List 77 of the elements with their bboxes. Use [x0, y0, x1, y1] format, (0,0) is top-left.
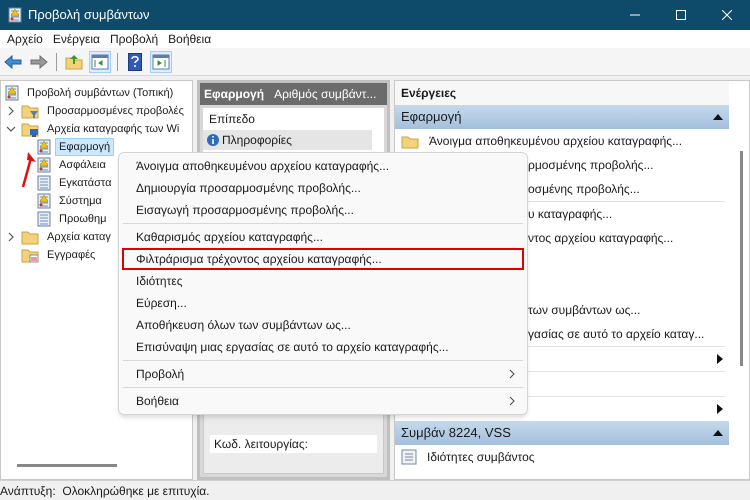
- tree-item[interactable]: Εγκατάστα: [55, 174, 116, 192]
- maximize-icon: [676, 10, 686, 20]
- menu-option[interactable]: Ιδιότητες: [122, 270, 524, 292]
- action-link[interactable]: υ καταγραφής...: [528, 205, 612, 223]
- menu-option[interactable]: Δημιουργία προσαρμοσμένης προβολής...: [122, 177, 524, 199]
- folder-up-icon: [65, 54, 83, 70]
- menu-item[interactable]: Βοήθεια: [163, 30, 216, 48]
- tree-item[interactable]: Προωθημ: [55, 210, 110, 228]
- menu-item[interactable]: Αρχείο: [2, 30, 48, 48]
- folder-computer-icon: [21, 121, 39, 137]
- tree-item[interactable]: Ασφάλεια: [55, 156, 110, 174]
- tree-item[interactable]: Προσαρμοσμένες προβολές: [43, 102, 188, 120]
- submenu-arrow-icon[interactable]: [717, 404, 723, 414]
- menu-option[interactable]: Επισύναψη μιας εργασίας σε αυτό το αρχείο καταγραφής...: [122, 336, 524, 358]
- menu-item[interactable]: Προβολή: [104, 30, 164, 48]
- properties-icon: [401, 449, 417, 465]
- action-pane-icon: [152, 54, 170, 70]
- menu-option[interactable]: Φιλτράρισμα τρέχοντος αρχείου καταγραφής...: [122, 248, 524, 270]
- chevron-right-icon[interactable]: [6, 232, 16, 242]
- action-link[interactable]: ρμοσμένης προβολής...: [528, 156, 654, 174]
- status-text: Ανάπτυξη: Ολοκληρώθηκε με επιτυχία.: [0, 482, 210, 500]
- event-count-heading: Αριθμός συμβάντ...: [274, 86, 376, 103]
- action-link[interactable]: των συμβάντων ως...: [528, 301, 640, 319]
- help-icon: [128, 52, 142, 70]
- menu-option[interactable]: Καθαρισμός αρχείου καταγραφής...: [122, 226, 524, 248]
- log-icon: [37, 211, 51, 227]
- menu-option[interactable]: Εισαγωγή προσαρμοσμένης προβολής...: [122, 199, 524, 221]
- menu-option[interactable]: Εύρεση...: [122, 292, 524, 314]
- tree-item[interactable]: Σύστημα: [55, 192, 106, 210]
- menu-option[interactable]: Άνοιγμα αποθηκευμένου αρχείου καταγραφής...: [122, 155, 524, 177]
- action-link[interactable]: οσμένης προβολής...: [528, 180, 640, 198]
- chevron-right-icon: [509, 396, 515, 406]
- menu-option[interactable]: Προβολή: [122, 363, 506, 385]
- actions-title: Ενέργειες: [395, 81, 729, 105]
- info-icon: [206, 133, 220, 147]
- submenu-arrow-icon[interactable]: [717, 354, 723, 364]
- section-title: Συμβάν 8224, VSS: [401, 424, 511, 442]
- column-heading[interactable]: Επίπεδο: [203, 108, 384, 130]
- section-header[interactable]: Συμβάν 8224, VSS: [395, 421, 729, 445]
- folder-filter-icon: [21, 103, 39, 119]
- log-title: Εφαρμογή: [204, 86, 264, 103]
- tree-item[interactable]: Προβολή συμβάντων (Τοπική): [23, 84, 178, 102]
- chevron-down-icon[interactable]: [6, 124, 16, 134]
- annotation-arrow: [20, 150, 38, 188]
- log-icon: [37, 175, 51, 191]
- collapse-triangle-icon[interactable]: [713, 430, 723, 436]
- tree-item[interactable]: Αρχεία καταγραφής των Wi: [43, 120, 184, 138]
- tree-item[interactable]: Αρχεία καταγ: [43, 228, 115, 246]
- chevron-right-icon[interactable]: [6, 106, 16, 116]
- menu-option[interactable]: Αποθήκευση όλων των συμβάντων ως...: [122, 314, 524, 336]
- tree-item[interactable]: Εγγραφές: [43, 246, 100, 264]
- log-warning-icon: [37, 139, 51, 155]
- log-warning-icon: [8, 7, 22, 23]
- section-title: Εφαρμογή: [401, 108, 462, 126]
- tree-item[interactable]: Εφαρμογή: [55, 138, 114, 156]
- close-icon: [722, 10, 732, 20]
- folder-calendar-icon: [21, 247, 39, 263]
- window-title: Προβολή συμβάντων: [28, 6, 150, 24]
- log-warning-icon: [5, 85, 19, 101]
- action-link[interactable]: Ιδιότητες συμβάντος: [427, 448, 535, 466]
- folder-icon: [21, 229, 39, 245]
- log-warning-icon: [37, 193, 51, 209]
- forward-arrow-icon: [30, 54, 48, 68]
- event-row[interactable]: Πληροφορίες: [203, 130, 372, 150]
- action-link[interactable]: Άνοιγμα αποθηκευμένου αρχείου καταγραφής...: [429, 132, 682, 150]
- collapse-triangle-icon[interactable]: [713, 114, 723, 120]
- action-link[interactable]: γασίας σε αυτό το αρχείο καταγ...: [528, 325, 704, 343]
- menu-item[interactable]: Ενέργεια: [48, 30, 105, 48]
- tree-pane-icon: [91, 54, 109, 70]
- chevron-right-icon: [509, 369, 515, 379]
- menu-option[interactable]: Βοήθεια: [122, 390, 506, 412]
- back-arrow-icon: [4, 54, 22, 68]
- section-header[interactable]: Εφαρμογή: [395, 105, 729, 129]
- log-warning-icon: [37, 157, 51, 173]
- action-link[interactable]: ντος αρχείου καταγραφής...: [528, 229, 674, 247]
- detail-label: Κωδ. λειτουργίας:: [210, 435, 377, 453]
- event-level: Πληροφορίες: [222, 132, 292, 149]
